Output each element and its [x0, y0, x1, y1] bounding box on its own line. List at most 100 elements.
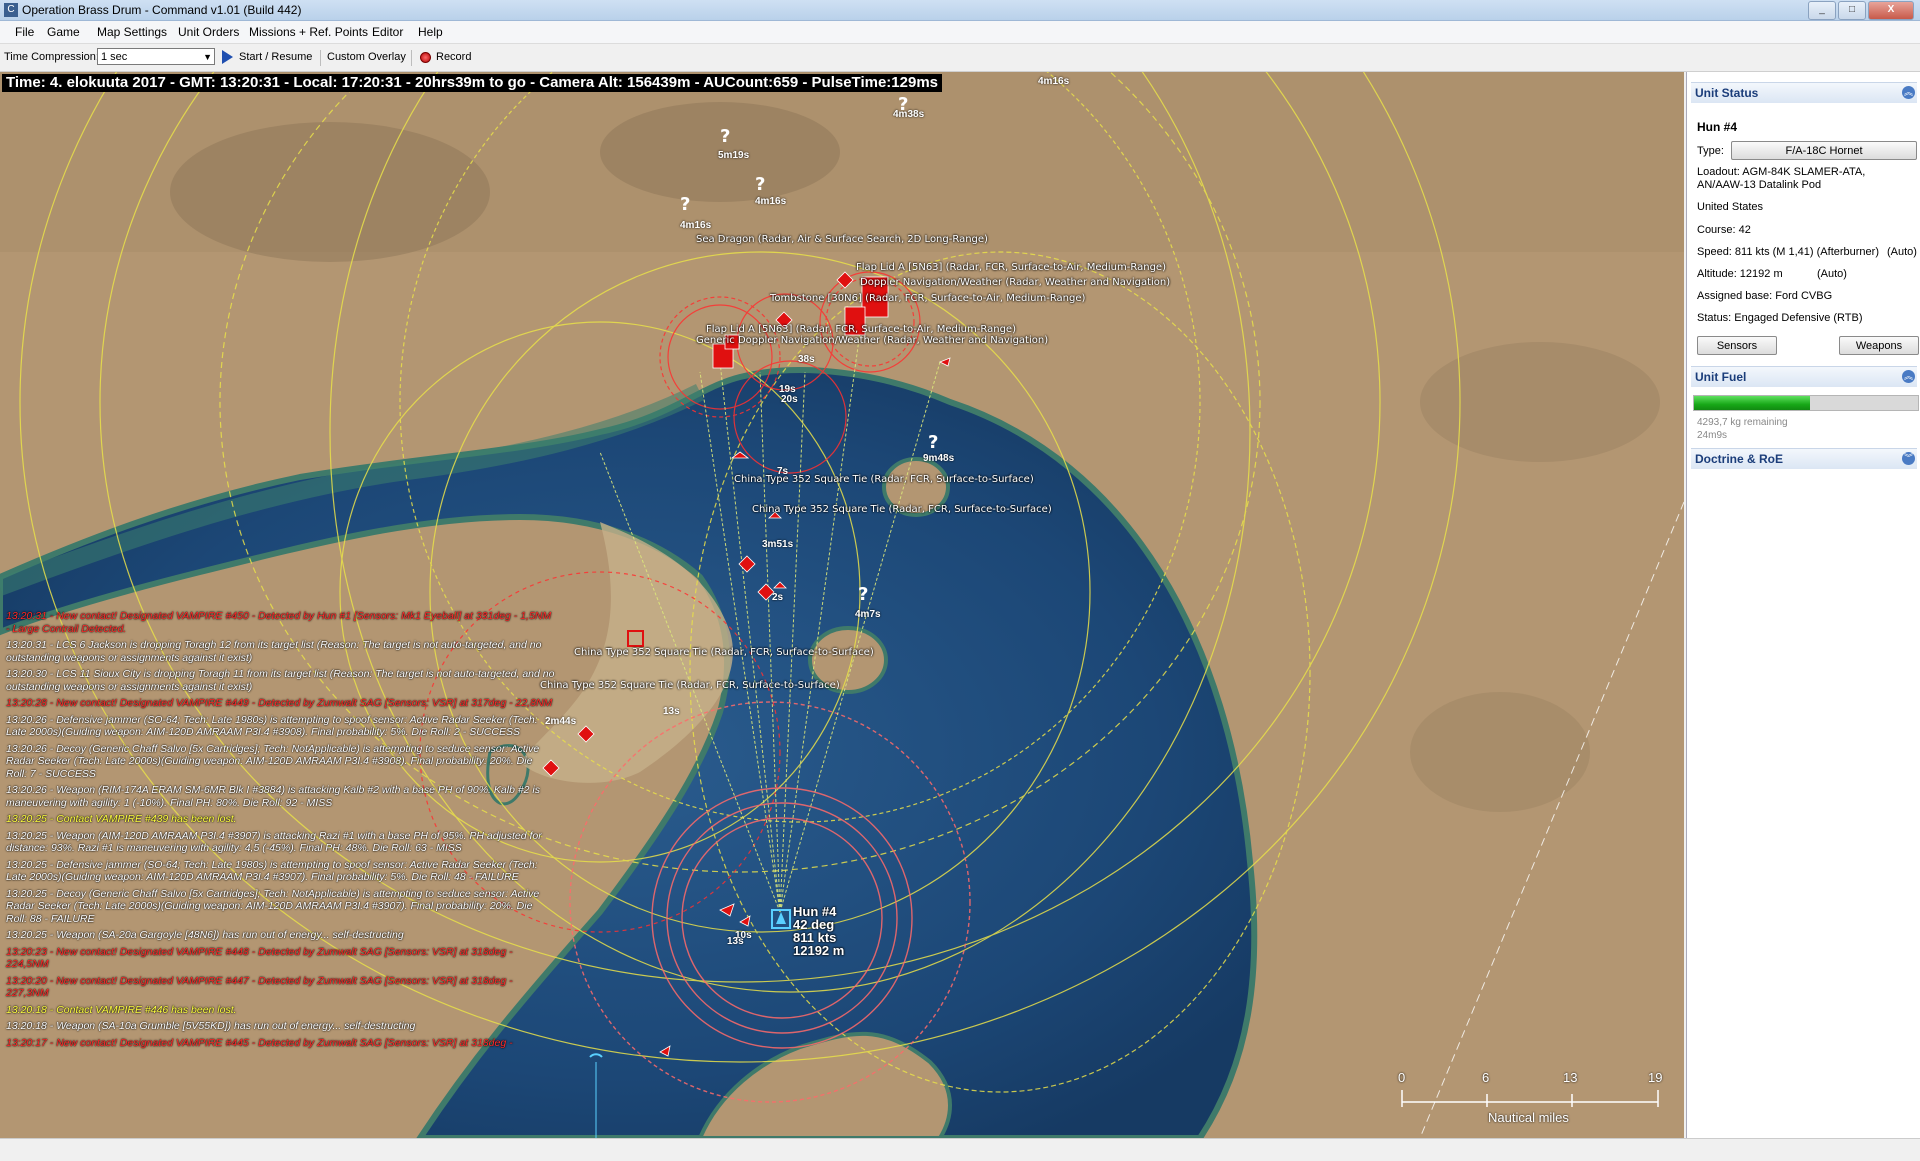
time-compression-label: Time Compression:	[4, 51, 99, 63]
time-label: 7s	[777, 466, 789, 477]
log-entry: 13:20:23 - New contact! Designated VAMPI…	[6, 945, 513, 971]
time-label: 3m51s	[762, 539, 794, 550]
radar-label: Flap Lid A [5N63] (Radar, FCR, Surface-t…	[856, 262, 1166, 273]
time-label: 38s	[798, 354, 815, 365]
doctrine-header[interactable]: Doctrine & RoE ︾	[1691, 448, 1917, 469]
menu-file[interactable]: File	[15, 25, 34, 39]
unit-base: Assigned base: Ford CVBG	[1697, 290, 1833, 302]
log-entry: 13:20:31 - LCS 6 Jackson is dropping Tor…	[6, 639, 542, 664]
mountain-range	[170, 122, 490, 262]
unit-type-button[interactable]: F/A-18C Hornet	[1731, 141, 1917, 160]
window-title: Operation Brass Drum - Command v1.01 (Bu…	[22, 3, 302, 17]
log-entry: 13:20:28 - New contact! Designated VAMPI…	[6, 697, 553, 709]
message-log: 13:20:31 - New contact! Designated VAMPI…	[6, 610, 556, 1053]
log-entry: 13:20:26 - Weapon (RIM-174A ERAM SM-6MR …	[6, 784, 541, 809]
time-label: 20s	[781, 394, 798, 405]
log-entry: 13:20:20 - New contact! Designated VAMPI…	[6, 974, 513, 1000]
time-label: 4m38s	[893, 109, 925, 120]
unknown-contact-icon: ?	[928, 432, 938, 453]
unknown-contact-icon: ?	[720, 126, 730, 147]
time-label: 4m16s	[1038, 76, 1070, 87]
tactical-map[interactable]: ? ? ? ? ? ? Time: 4. elokuuta 2017 - GMT…	[0, 72, 1684, 1138]
radar-label: China Type 352 Square Tie (Radar, FCR, S…	[574, 647, 874, 658]
time-label: 5m19s	[718, 150, 750, 161]
time-label: 2s	[772, 592, 784, 603]
unit-status-header[interactable]: Unit Status ︽	[1691, 82, 1917, 103]
unknown-contact-icon: ?	[680, 194, 690, 215]
menu-map-settings[interactable]: Map Settings	[97, 25, 167, 39]
menu-help[interactable]: Help	[418, 25, 443, 39]
time-label: 13s	[663, 706, 680, 717]
title-bar: C Operation Brass Drum - Command v1.01 (…	[0, 0, 1920, 21]
time-label: 4m7s	[855, 609, 881, 620]
fuel-bar	[1693, 395, 1919, 411]
log-entry: 13:20:25 - Weapon (SA-20a Gargoyle [48N6…	[6, 929, 404, 941]
unit-loadout: Loadout: AGM-84K SLAMER-ATA, AN/AAW-13 D…	[1697, 166, 1866, 191]
record-icon[interactable]	[420, 52, 431, 63]
time-label: 4m16s	[680, 220, 712, 231]
custom-overlay-button[interactable]: Custom Overlay	[327, 51, 406, 63]
expand-icon[interactable]: ︾	[1902, 452, 1915, 465]
play-icon[interactable]	[222, 50, 233, 64]
toolbar: Time Compression: 1 sec ▼ Start / Resume…	[0, 44, 1920, 72]
minimize-button[interactable]: _	[1808, 1, 1836, 20]
time-compression-value: 1 sec	[101, 51, 128, 63]
time-label: 4m16s	[755, 196, 787, 207]
record-button[interactable]: Record	[436, 51, 471, 63]
radar-label: Sea Dragon (Radar, Air & Surface Search,…	[696, 234, 988, 245]
log-entry: 13:20:25 - Weapon (AIM-120D AMRAAM P3I.4…	[6, 829, 542, 855]
log-entry: 13:20:25 - Decoy (Generic Chaff Salvo [5…	[6, 887, 540, 925]
simulation-status-line: Time: 4. elokuuta 2017 - GMT: 13:20:31 -…	[2, 74, 942, 92]
scale-tick: 13	[1563, 1070, 1578, 1085]
radar-label: Generic Doppler Navigation/Weather (Rada…	[696, 335, 1049, 346]
unit-status-title: Unit Status	[1695, 86, 1759, 100]
close-button[interactable]: X	[1868, 1, 1914, 20]
log-entry: 13:20:30 - LCS 11 Sioux City is dropping…	[6, 668, 555, 693]
unit-course: Course: 42	[1697, 224, 1751, 236]
app-icon: C	[4, 3, 18, 17]
radar-label: Tombstone [30N6] (Radar, FCR, Surface-to…	[770, 293, 1086, 304]
unit-name: Hun #4	[1697, 120, 1738, 134]
log-entry: 13:20:26 - Defensive jammer (SO-64; Tech…	[6, 713, 538, 739]
unit-panel: Unit Status ︽ Hun #4 Type: F/A-18C Horne…	[1686, 72, 1920, 1138]
time-label: 9m48s	[923, 453, 955, 464]
sensors-button[interactable]: Sensors	[1697, 336, 1777, 355]
selected-unit-tag[interactable]: Hun #4 42 deg 811 kts 12192 m	[793, 905, 844, 957]
log-entry: 13:20:25 - Contact VAMPIRE #439 has been…	[6, 813, 237, 825]
menu-editor[interactable]: Editor	[372, 25, 403, 39]
unit-altitude-mode[interactable]: (Auto)	[1817, 268, 1847, 280]
scale-tick: 0	[1398, 1070, 1406, 1085]
scale-unit: Nautical miles	[1488, 1110, 1569, 1125]
menu-missions[interactable]: Missions + Ref. Points	[249, 25, 368, 39]
start-resume-button[interactable]: Start / Resume	[239, 51, 312, 63]
log-entry: 13:20:26 - Decoy (Generic Chaff Salvo [5…	[6, 742, 540, 780]
time-compression-select[interactable]: 1 sec ▼	[97, 48, 215, 65]
radar-label: Flap Lid A [5N63] (Radar, FCR, Surface-t…	[706, 324, 1016, 335]
log-entry: 13:20:25 - Defensive jammer (SO-64; Tech…	[6, 858, 538, 884]
maximize-button[interactable]: □	[1838, 1, 1866, 20]
scale-tick: 19	[1648, 1070, 1663, 1085]
doctrine-title: Doctrine & RoE	[1695, 452, 1784, 466]
collapse-icon[interactable]: ︽	[1902, 370, 1915, 383]
time-label: 13s	[727, 936, 744, 947]
menu-unit-orders[interactable]: Unit Orders	[178, 25, 239, 39]
fuel-time: 24m9s	[1697, 430, 1728, 441]
fuel-remaining: 4293,7 kg remaining	[1697, 417, 1788, 428]
unit-tag-altitude: 12192 m	[793, 943, 845, 958]
weapons-button[interactable]: Weapons	[1839, 336, 1919, 355]
unit-fuel-header[interactable]: Unit Fuel ︽	[1691, 366, 1917, 387]
unit-fuel-title: Unit Fuel	[1695, 370, 1747, 384]
radar-label: China Type 352 Square Tie (Radar, FCR, S…	[540, 680, 840, 691]
log-entry: 13:20:17 - New contact! Designated VAMPI…	[6, 1036, 513, 1049]
collapse-icon[interactable]: ︽	[1902, 86, 1915, 99]
log-entry: 13:20:18 - Weapon (SA-10a Grumble [5V55K…	[6, 1020, 416, 1032]
unit-altitude: Altitude: 12192 m	[1697, 268, 1783, 280]
unit-speed: Speed: 811 kts (M 1,41) (Afterburner)	[1697, 246, 1879, 258]
menu-game[interactable]: Game	[47, 25, 80, 39]
unit-speed-mode[interactable]: (Auto)	[1887, 246, 1917, 258]
toolbar-divider	[411, 50, 412, 66]
unknown-contact-icon: ?	[858, 584, 868, 605]
radar-label: China Type 352 Square Tie (Radar, FCR, S…	[752, 504, 1052, 515]
bottom-bar	[0, 1138, 1920, 1161]
log-entry: 13:20:18 - Contact VAMPIRE #446 has been…	[6, 1003, 237, 1016]
